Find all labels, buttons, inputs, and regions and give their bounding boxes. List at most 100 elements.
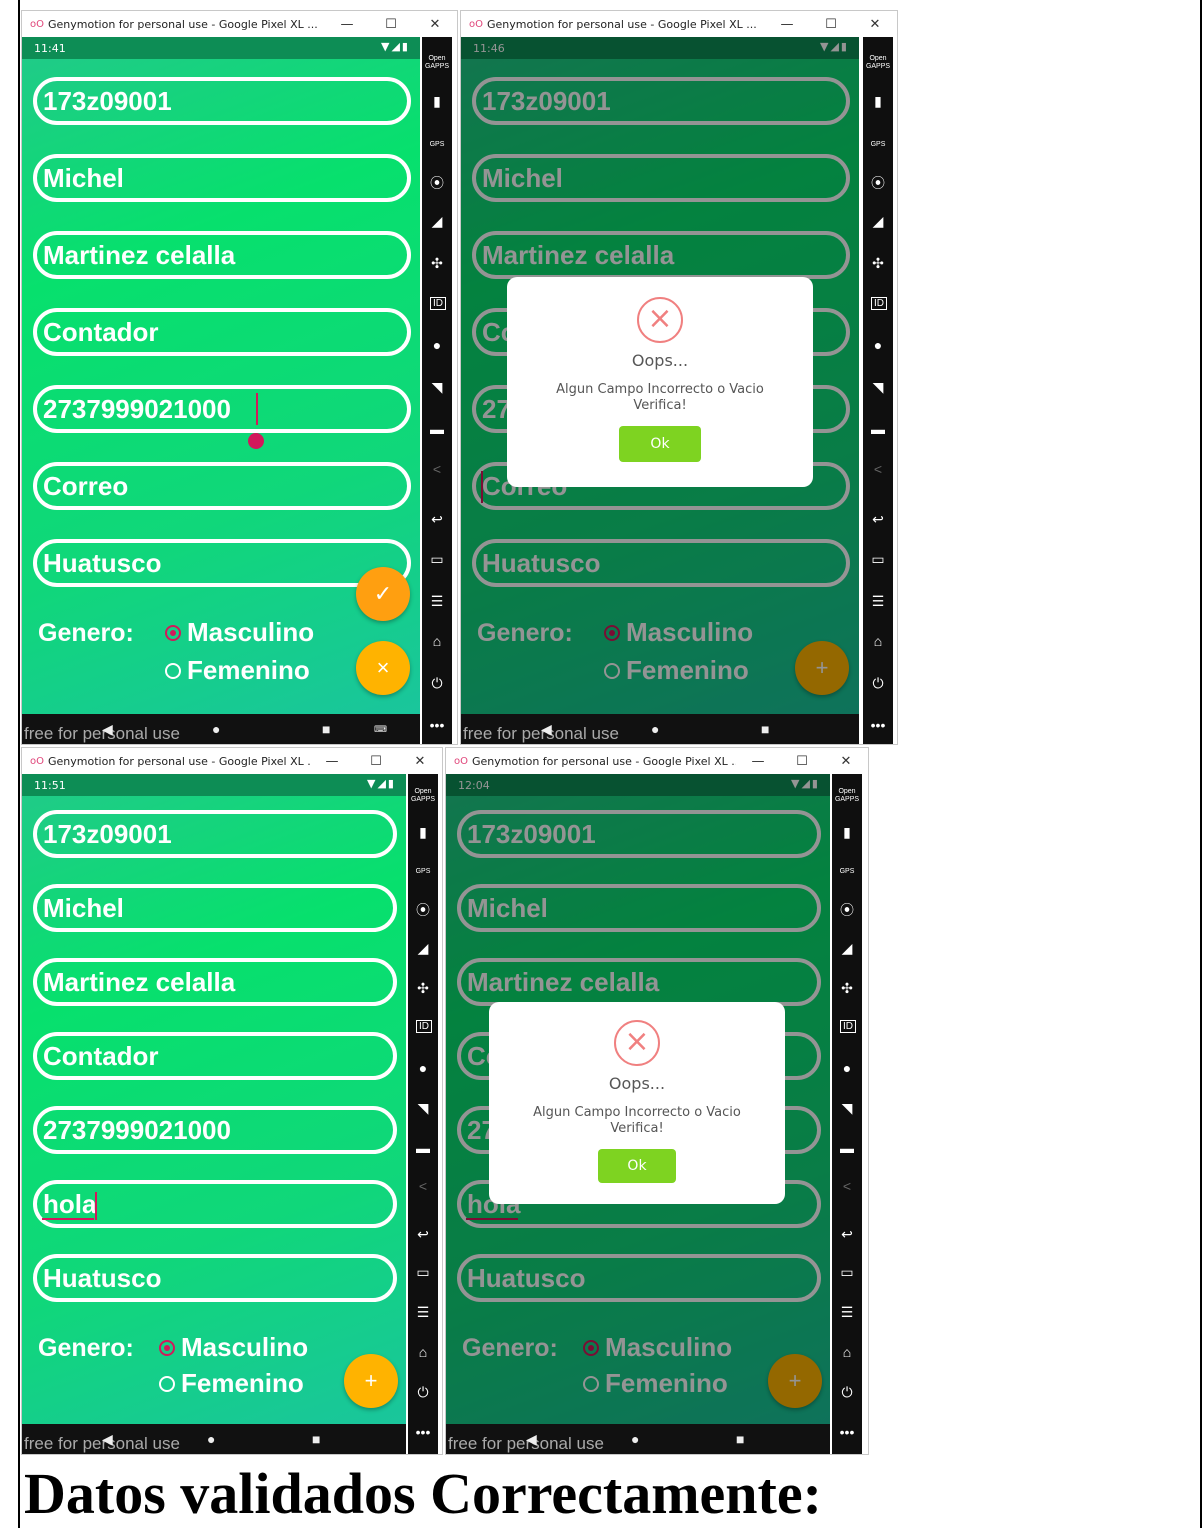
battery-icon[interactable]: ▮ <box>863 93 893 110</box>
window-titlebar[interactable]: oO Genymotion for personal use - Google … <box>22 11 457 37</box>
confirm-fab-button[interactable]: ✓ <box>356 567 410 621</box>
radio-femenino[interactable]: Femenino <box>159 1368 304 1399</box>
gps-icon[interactable]: GPS <box>863 141 893 149</box>
battery-icon[interactable]: ▮ <box>408 824 438 841</box>
back-nav-icon[interactable]: ↩ <box>422 511 452 528</box>
radio-masculino[interactable]: Masculino <box>165 617 314 648</box>
share-icon[interactable]: < <box>863 461 893 477</box>
ok-button[interactable]: Ok <box>619 426 701 462</box>
close-button[interactable]: ✕ <box>824 754 868 769</box>
more-icon[interactable]: ••• <box>422 717 452 733</box>
device-id-icon[interactable]: ID <box>430 297 446 310</box>
recents-icon[interactable]: ■ <box>761 721 769 737</box>
field-correo[interactable]: hola <box>33 1180 397 1228</box>
close-button[interactable]: ✕ <box>398 754 442 769</box>
add-fab-button[interactable]: + <box>344 1354 398 1408</box>
minimize-button[interactable]: — <box>736 754 780 769</box>
more-icon[interactable]: ••• <box>863 717 893 733</box>
radio-femenino[interactable]: Femenino <box>165 655 310 686</box>
sms-icon[interactable]: ▬ <box>422 421 452 437</box>
battery-icon[interactable]: ▮ <box>422 93 452 110</box>
minimize-button[interactable]: — <box>310 754 354 769</box>
battery-icon[interactable]: ▮ <box>832 824 862 841</box>
recents-icon[interactable]: ■ <box>736 1431 744 1447</box>
capture-icon[interactable]: ◢ <box>422 213 452 230</box>
cancel-fab-button[interactable]: × <box>356 641 410 695</box>
home-icon[interactable]: ● <box>212 721 220 737</box>
ok-button[interactable]: Ok <box>598 1149 676 1183</box>
power-icon[interactable]: ⏻ <box>408 1384 438 1401</box>
device-id-icon[interactable]: ID <box>871 297 887 310</box>
open-gapps-icon[interactable]: Open GAPPS <box>832 788 862 804</box>
cursor-handle[interactable] <box>248 433 264 449</box>
maximize-button[interactable]: ☐ <box>369 17 413 32</box>
recent-apps-icon[interactable]: ▭ <box>863 551 893 568</box>
home-icon[interactable]: ● <box>207 1431 215 1447</box>
home-nav-icon[interactable]: ⌂ <box>863 633 893 649</box>
field-ocupacion[interactable]: Contador <box>33 1032 397 1080</box>
minimize-button[interactable]: — <box>325 17 369 32</box>
sms-icon[interactable]: ▬ <box>863 421 893 437</box>
back-icon[interactable]: ◀ <box>102 721 113 738</box>
disk-icon[interactable]: ● <box>832 1060 862 1076</box>
home-icon[interactable]: ● <box>631 1431 639 1447</box>
more-icon[interactable]: ••• <box>408 1424 438 1440</box>
share-icon[interactable]: < <box>408 1178 438 1194</box>
close-button[interactable]: ✕ <box>853 17 897 32</box>
more-icon[interactable]: ••• <box>832 1424 862 1440</box>
menu-icon[interactable]: ☰ <box>422 593 452 610</box>
power-icon[interactable]: ⏻ <box>863 675 893 692</box>
network-icon[interactable]: ◥ <box>422 379 452 396</box>
home-icon[interactable]: ● <box>651 721 659 737</box>
close-button[interactable]: ✕ <box>413 17 457 32</box>
open-gapps-icon[interactable]: Open GAPPS <box>863 55 893 71</box>
power-icon[interactable]: ⏻ <box>422 675 452 692</box>
disk-icon[interactable]: ● <box>422 337 452 353</box>
recent-apps-icon[interactable]: ▭ <box>832 1264 862 1281</box>
share-icon[interactable]: < <box>422 461 452 477</box>
recent-apps-icon[interactable]: ▭ <box>408 1264 438 1281</box>
open-gapps-icon[interactable]: Open GAPPS <box>408 788 438 804</box>
window-titlebar[interactable]: oO Genymotion for personal use - Google … <box>446 748 868 774</box>
capture-icon[interactable]: ◢ <box>863 213 893 230</box>
gps-icon[interactable]: GPS <box>422 141 452 149</box>
home-nav-icon[interactable]: ⌂ <box>422 633 452 649</box>
menu-icon[interactable]: ☰ <box>832 1304 862 1321</box>
capture-icon[interactable]: ◢ <box>408 940 438 957</box>
back-nav-icon[interactable]: ↩ <box>832 1226 862 1243</box>
home-nav-icon[interactable]: ⌂ <box>832 1344 862 1360</box>
field-nombre[interactable]: Michel <box>33 154 411 202</box>
menu-icon[interactable]: ☰ <box>408 1304 438 1321</box>
maximize-button[interactable]: ☐ <box>354 754 398 769</box>
gps-icon[interactable]: GPS <box>832 868 862 876</box>
back-nav-icon[interactable]: ↩ <box>408 1226 438 1243</box>
home-nav-icon[interactable]: ⌂ <box>408 1344 438 1360</box>
webcam-icon[interactable]: ⦿ <box>408 900 438 920</box>
capture-icon[interactable]: ◢ <box>832 940 862 957</box>
maximize-button[interactable]: ☐ <box>780 754 824 769</box>
disk-icon[interactable]: ● <box>408 1060 438 1076</box>
field-ciudad[interactable]: Huatusco <box>33 539 411 587</box>
dpad-icon[interactable]: ✣ <box>422 255 452 272</box>
device-id-icon[interactable]: ID <box>840 1020 856 1033</box>
sms-icon[interactable]: ▬ <box>832 1140 862 1156</box>
field-correo[interactable]: Correo <box>33 462 411 510</box>
field-ocupacion[interactable]: Contador <box>33 308 411 356</box>
field-apellidos[interactable]: Martinez celalla <box>33 958 397 1006</box>
network-icon[interactable]: ◥ <box>832 1100 862 1117</box>
webcam-icon[interactable]: ⦿ <box>863 173 893 193</box>
minimize-button[interactable]: — <box>765 17 809 32</box>
keyboard-icon[interactable]: ⌨ <box>374 724 387 735</box>
field-nombre[interactable]: Michel <box>33 884 397 932</box>
radio-masculino[interactable]: Masculino <box>159 1332 308 1363</box>
sms-icon[interactable]: ▬ <box>408 1140 438 1156</box>
recents-icon[interactable]: ■ <box>312 1431 320 1447</box>
open-gapps-icon[interactable]: Open GAPPS <box>422 55 452 71</box>
back-icon[interactable]: ◀ <box>526 1431 537 1448</box>
field-numero-control[interactable]: 173z09001 <box>33 810 397 858</box>
menu-icon[interactable]: ☰ <box>863 593 893 610</box>
back-icon[interactable]: ◀ <box>102 1431 113 1448</box>
webcam-icon[interactable]: ⦿ <box>422 173 452 193</box>
window-titlebar[interactable]: oO Genymotion for personal use - Google … <box>22 748 442 774</box>
field-telefono[interactable]: 2737999021000 <box>33 1106 397 1154</box>
